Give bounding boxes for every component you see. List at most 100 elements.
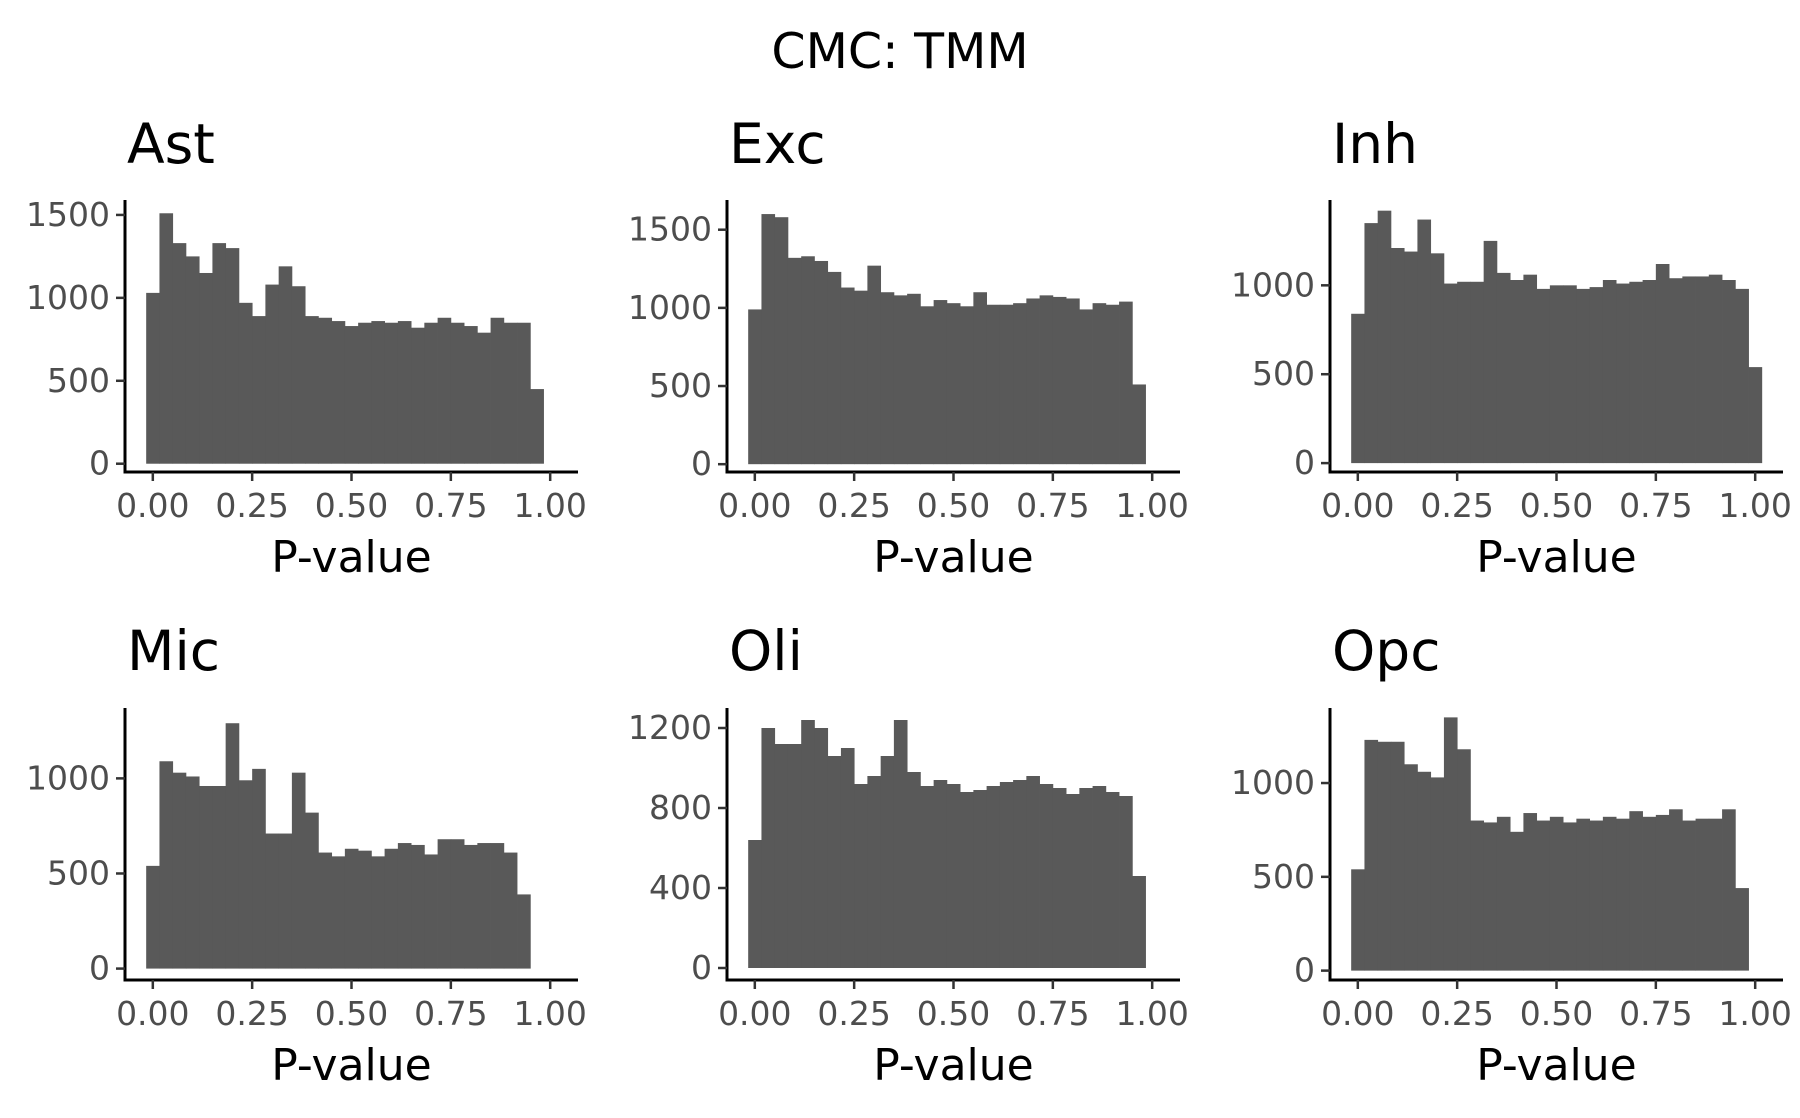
histogram-bar — [358, 850, 372, 969]
y-tick-label: 0 — [89, 949, 110, 988]
x-axis-title: P-value — [271, 532, 431, 583]
panel-title: Ast — [127, 112, 215, 176]
histogram-bar — [907, 293, 921, 465]
histogram-bar — [1092, 786, 1107, 968]
histogram-bar — [1682, 820, 1696, 971]
histogram-bar — [1708, 818, 1723, 971]
x-tick-label: 0.25 — [1420, 486, 1493, 525]
x-tick-label: 0.00 — [718, 994, 791, 1033]
y-tick-label: 500 — [1252, 354, 1315, 393]
histogram-bar — [1695, 818, 1710, 971]
histogram-bar — [278, 266, 293, 464]
histogram-bar — [814, 728, 829, 968]
x-axis-title: P-value — [1476, 532, 1636, 583]
histogram-bar — [331, 856, 346, 969]
x-tick-label: 0.25 — [215, 994, 288, 1033]
histogram-bar — [1013, 303, 1027, 465]
histogram-bar — [946, 784, 961, 968]
histogram-bar — [1404, 251, 1418, 464]
histogram-bar — [278, 833, 293, 969]
histogram-bar — [1404, 764, 1418, 971]
y-tick-label: 1500 — [628, 210, 712, 249]
y-tick-label: 1000 — [628, 288, 712, 327]
histogram-bar — [787, 257, 802, 465]
x-tick-label: 1.00 — [1115, 486, 1188, 525]
histogram-bar — [371, 321, 385, 464]
histogram-bar — [1079, 788, 1093, 968]
histogram-bar — [411, 844, 425, 969]
x-tick-label: 0.50 — [1520, 486, 1593, 525]
histogram-bar — [1079, 309, 1093, 465]
x-tick-label: 1.00 — [1718, 994, 1791, 1033]
histogram-bar — [1642, 280, 1657, 464]
histogram-bar — [238, 302, 253, 464]
histogram-bar — [1682, 276, 1696, 464]
histogram-bar — [172, 772, 187, 969]
histogram-bar — [1669, 809, 1683, 971]
panel-title: Mic — [127, 619, 220, 683]
y-tick-label: 0 — [89, 444, 110, 483]
x-tick-label: 0.50 — [917, 994, 990, 1033]
bar-group — [146, 723, 531, 969]
histogram-bar — [1052, 296, 1067, 465]
histogram-bar — [1669, 278, 1683, 464]
bar-group — [748, 214, 1146, 465]
histogram-bar — [212, 243, 227, 464]
histogram-bar — [933, 300, 948, 465]
x-axis-title: P-value — [271, 1040, 431, 1091]
histogram-bar — [1052, 788, 1067, 968]
histogram-bar — [1536, 288, 1551, 464]
y-tick-label: 0 — [1294, 443, 1315, 482]
histogram-bar — [748, 309, 762, 465]
x-tick-label: 0.00 — [1321, 994, 1394, 1033]
histogram-bar — [318, 317, 333, 464]
histogram-bar — [212, 785, 227, 969]
histogram-bar — [199, 785, 213, 969]
panel-mic: Mic 0 500 1000 0.00 0.25 0.50 0.75 1.00 P-value — [26, 619, 587, 1091]
y-tick-label: 1000 — [26, 758, 110, 797]
x-tick-label: 0.00 — [1321, 486, 1394, 525]
histogram-bar — [1132, 876, 1146, 968]
x-tick-label: 1.00 — [1115, 994, 1188, 1033]
histogram-bar — [960, 306, 974, 465]
histogram-bar — [867, 776, 882, 968]
x-tick-label: 0.00 — [718, 486, 791, 525]
histogram-bar — [1119, 796, 1133, 968]
histogram-bar — [1629, 811, 1643, 971]
histogram-bar — [1351, 869, 1365, 971]
histogram-bar — [146, 865, 160, 969]
histogram-bar — [1602, 280, 1617, 464]
histogram-bar — [1563, 822, 1577, 971]
bar-group — [146, 213, 544, 464]
histogram-bar — [986, 786, 1001, 968]
x-tick-label: 0.50 — [315, 486, 388, 525]
y-tick-label: 800 — [649, 788, 712, 827]
histogram-bar — [464, 326, 478, 464]
histogram-bar — [999, 782, 1014, 968]
histogram-bar — [450, 322, 465, 464]
x-tick-label: 0.25 — [1420, 994, 1493, 1033]
y-tick-label: 500 — [47, 361, 110, 400]
y-tick-label: 500 — [47, 853, 110, 892]
histogram-bar — [1430, 253, 1445, 464]
histogram-bar — [1039, 295, 1054, 465]
panel-grid: Ast 0 500 1000 1500 0.00 0.25 0.50 0.75 1.00 P-val… — [26, 112, 1792, 1091]
histogram-bar — [397, 843, 412, 969]
histogram-bar — [225, 723, 240, 969]
histogram-bar — [1589, 287, 1604, 464]
x-tick-label: 0.00 — [116, 486, 189, 525]
histogram-bar — [238, 780, 253, 969]
histogram-bar — [344, 326, 359, 464]
x-axis-title: P-value — [873, 532, 1033, 583]
histogram-bar — [358, 322, 372, 464]
histogram-bar — [517, 894, 531, 969]
histogram-bar — [748, 840, 762, 968]
y-tick-label: 1000 — [1231, 763, 1315, 802]
histogram-bar — [946, 303, 961, 465]
histogram-bar — [265, 833, 280, 969]
histogram-bar — [172, 243, 187, 464]
histogram-bar — [1105, 304, 1120, 465]
x-tick-label: 0.75 — [414, 994, 487, 1033]
histogram-bar — [1576, 818, 1590, 971]
histogram-bar — [1105, 792, 1120, 968]
